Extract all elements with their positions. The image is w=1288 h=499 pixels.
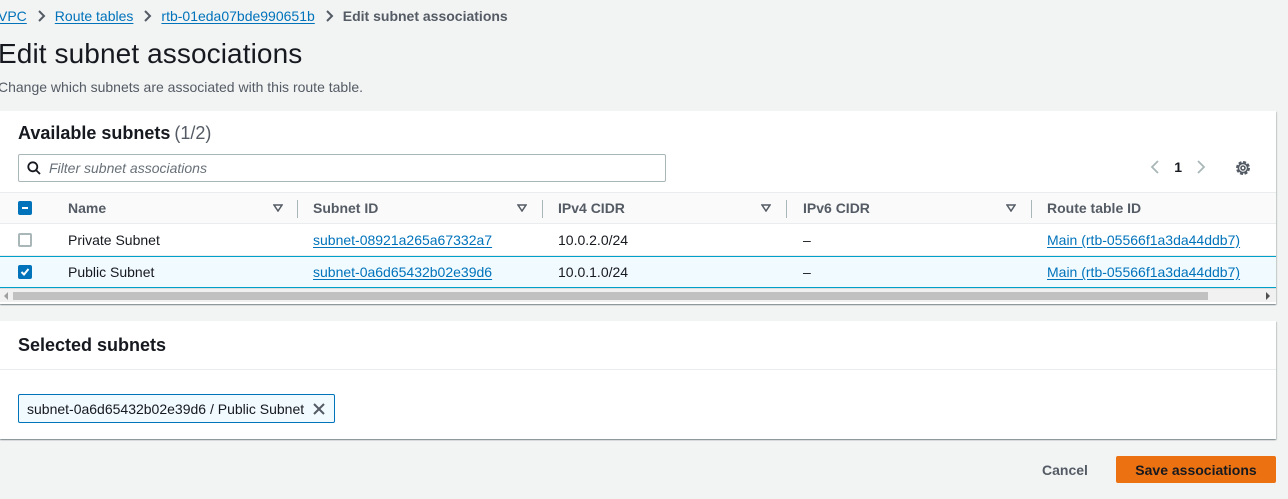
ipv4-cidr: 10.0.2.0/24 — [558, 231, 629, 248]
column-ipv4-cidr[interactable]: IPv4 CIDR — [558, 193, 778, 223]
token-label: subnet-0a6d65432b02e39d6 / Public Subnet — [27, 400, 305, 417]
selected-subnets-title: Selected subnets — [18, 335, 167, 355]
route-table-link[interactable]: Main (rtb-05566f1a3da44ddb7) — [1047, 264, 1240, 280]
ipv6-cidr: – — [803, 231, 811, 248]
scroll-left-icon[interactable] — [2, 292, 10, 300]
subnet-name: Public Subnet — [68, 264, 155, 280]
checkbox-unchecked[interactable] — [18, 232, 32, 247]
sort-icon[interactable] — [1006, 204, 1016, 212]
ipv4-cidr: 10.0.1.0/24 — [558, 264, 629, 280]
search-icon — [27, 161, 41, 175]
gear-icon[interactable] — [1234, 159, 1252, 177]
breadcrumb: VPC Route tables rtb-01eda07bde990651b E… — [0, 6, 508, 26]
table-row[interactable]: Public Subnet subnet-0a6d65432b02e39d6 1… — [0, 256, 1276, 288]
scrollbar-thumb[interactable] — [13, 292, 1208, 300]
available-subnets-title: Available subnets — [18, 123, 171, 143]
scroll-right-icon[interactable] — [1264, 292, 1272, 300]
route-table-link[interactable]: Main (rtb-05566f1a3da44ddb7) — [1047, 232, 1240, 248]
save-associations-button[interactable]: Save associations — [1116, 456, 1276, 483]
table-row[interactable]: Private Subnet subnet-08921a265a67332a7 … — [0, 224, 1276, 256]
subnet-id-link[interactable]: subnet-08921a265a67332a7 — [313, 232, 492, 248]
column-label: Name — [68, 200, 107, 216]
row-checkbox[interactable] — [18, 257, 32, 287]
page-number[interactable]: 1 — [1174, 159, 1182, 175]
table-header: Name Subnet ID IPv4 CIDR IPv6 CIDR Route… — [0, 192, 1276, 224]
column-route-table-id[interactable]: Route table ID — [1047, 193, 1141, 223]
sort-icon[interactable] — [517, 204, 527, 212]
breadcrumb-vpc[interactable]: VPC — [0, 8, 27, 24]
column-ipv6-cidr[interactable]: IPv6 CIDR — [803, 193, 1023, 223]
cancel-button[interactable]: Cancel — [1034, 456, 1096, 483]
selected-subnets-panel: Selected subnets subnet-0a6d65432b02e39d… — [0, 321, 1276, 439]
column-divider[interactable] — [786, 200, 787, 218]
pagination: 1 — [1150, 159, 1206, 175]
available-subnets-panel: Available subnets(1/2) 1 — [0, 111, 1276, 304]
column-label: IPv6 CIDR — [803, 200, 870, 216]
column-label: Subnet ID — [313, 200, 379, 216]
column-divider[interactable] — [542, 200, 543, 218]
subnet-name: Private Subnet — [68, 231, 160, 248]
previous-page-icon[interactable] — [1150, 160, 1160, 174]
select-all-checkbox[interactable] — [18, 193, 32, 223]
chevron-right-icon — [133, 10, 161, 22]
horizontal-scrollbar[interactable] — [0, 288, 1276, 302]
page-description: Change which subnets are associated with… — [0, 79, 363, 95]
chevron-right-icon — [315, 10, 343, 22]
row-checkbox[interactable] — [18, 224, 32, 255]
available-subnets-header: Available subnets (1/2) — [18, 123, 211, 144]
next-page-icon[interactable] — [1196, 160, 1206, 174]
sort-icon[interactable] — [273, 204, 283, 212]
breadcrumb-current: Edit subnet associations — [342, 8, 508, 24]
column-subnet-id[interactable]: Subnet ID — [313, 193, 533, 223]
subnets-table: Name Subnet ID IPv4 CIDR IPv6 CIDR Route… — [0, 192, 1276, 288]
checkbox-checked[interactable] — [18, 265, 32, 279]
filter-box — [18, 154, 666, 182]
sort-icon[interactable] — [761, 204, 771, 212]
subnet-id-link[interactable]: subnet-0a6d65432b02e39d6 — [313, 264, 492, 280]
column-label: Route table ID — [1047, 200, 1142, 216]
column-name[interactable]: Name — [68, 193, 288, 223]
breadcrumb-route-tables[interactable]: Route tables — [55, 8, 134, 24]
column-divider[interactable] — [297, 200, 298, 218]
filter-input[interactable] — [49, 160, 629, 176]
selection-count: (1/2) — [174, 123, 212, 143]
ipv6-cidr: – — [803, 264, 811, 280]
breadcrumb-route-table-id[interactable]: rtb-01eda07bde990651b — [161, 8, 314, 24]
selected-subnet-token: subnet-0a6d65432b02e39d6 / Public Subnet — [18, 394, 336, 423]
divider — [0, 369, 1276, 370]
column-divider[interactable] — [1031, 200, 1032, 218]
page-title: Edit subnet associations — [0, 38, 303, 69]
close-icon[interactable] — [312, 402, 326, 416]
column-label: IPv4 CIDR — [558, 200, 625, 216]
chevron-right-icon — [27, 10, 55, 22]
checkbox-indeterminate[interactable] — [18, 201, 32, 215]
